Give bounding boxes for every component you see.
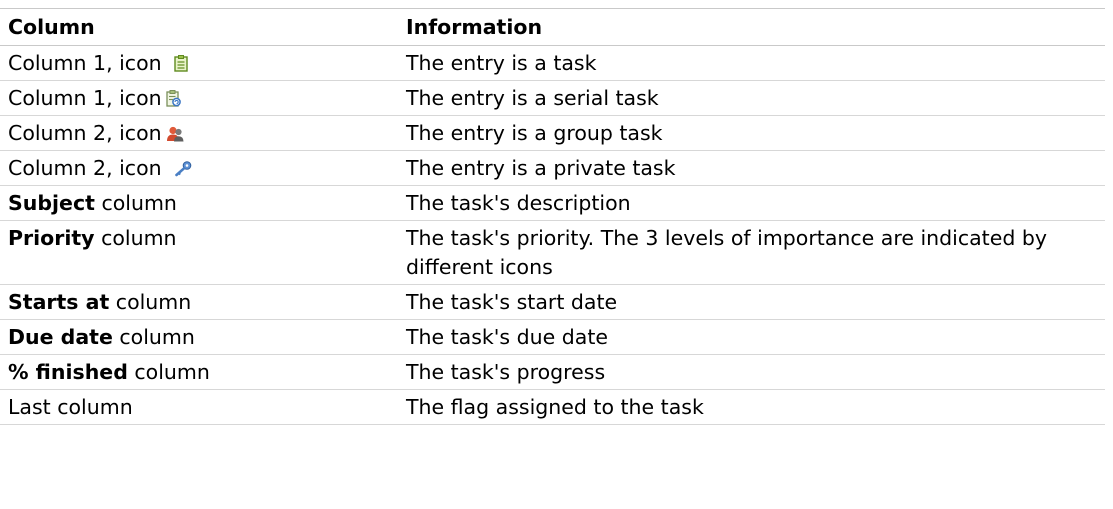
- table-row: Subject column The task's description: [0, 185, 1105, 221]
- information-cell: The entry is a private task: [398, 150, 1105, 186]
- column-cell: Starts at column: [0, 284, 398, 320]
- table-row: Due date column The task's due date: [0, 319, 1105, 355]
- information-cell: The task's start date: [398, 284, 1105, 320]
- task-icon: [173, 54, 188, 72]
- column-text: column: [109, 289, 192, 314]
- table-row: Column 2, icon The entry is a group task: [0, 115, 1105, 151]
- information-cell: The task's description: [398, 185, 1105, 221]
- information-cell: The flag assigned to the task: [398, 389, 1105, 425]
- group-task-icon: [166, 126, 185, 142]
- information-cell: The task's due date: [398, 319, 1105, 355]
- information-cell: The entry is a task: [398, 45, 1105, 81]
- column-cell: Column 2, icon: [0, 115, 398, 151]
- table-row: Starts at column The task's start date: [0, 284, 1105, 320]
- column-name-bold: Priority: [8, 225, 95, 250]
- table-row: Column 1, icon The entry is a task: [0, 45, 1105, 81]
- table-row: Column 1, icon The entry is a serial tas…: [0, 80, 1105, 116]
- column-text: column: [94, 225, 177, 250]
- information-cell: The entry is a group task: [398, 115, 1105, 151]
- column-text: column: [94, 190, 177, 215]
- information-header: Information: [398, 8, 1105, 46]
- column-text: Last column: [8, 394, 133, 419]
- column-cell: Column 1, icon: [0, 80, 398, 116]
- column-name-bold: Starts at: [8, 289, 110, 314]
- information-cell: The entry is a serial task: [398, 80, 1105, 116]
- table-row: Last column The flag assigned to the tas…: [0, 389, 1105, 425]
- column-name-bold: % finished: [8, 359, 128, 384]
- column-text: column: [112, 324, 195, 349]
- information-cell: The task's progress: [398, 354, 1105, 390]
- table-row: % finished column The task's progress: [0, 354, 1105, 390]
- serial-task-icon: [165, 89, 181, 107]
- column-header: Column: [0, 8, 398, 46]
- column-cell: % finished column: [0, 354, 398, 390]
- column-name-bold: Subject: [8, 190, 95, 215]
- table-row: Column 2, icon The entry is a private ta…: [0, 150, 1105, 186]
- column-name-bold: Due date: [8, 324, 113, 349]
- column-cell: Column 1, icon: [0, 45, 398, 81]
- column-cell: Last column: [0, 389, 398, 425]
- column-cell: Priority column: [0, 220, 398, 285]
- information-cell: The task's priority. The 3 levels of imp…: [398, 220, 1105, 285]
- private-task-icon: [174, 160, 192, 177]
- table-row: Priority column The task's priority. The…: [0, 220, 1105, 285]
- column-cell: Column 2, icon: [0, 150, 398, 186]
- column-text: Column 2, icon: [8, 155, 162, 180]
- column-cell: Due date column: [0, 319, 398, 355]
- column-text: Column 2, icon: [8, 120, 162, 145]
- column-text: Column 1, icon: [8, 85, 162, 110]
- table-header-row: Column Information: [0, 8, 1105, 46]
- task-columns-table: Column Information Column 1, icon The en…: [0, 8, 1105, 425]
- column-cell: Subject column: [0, 185, 398, 221]
- column-text: Column 1, icon: [8, 50, 162, 75]
- column-text: column: [127, 359, 210, 384]
